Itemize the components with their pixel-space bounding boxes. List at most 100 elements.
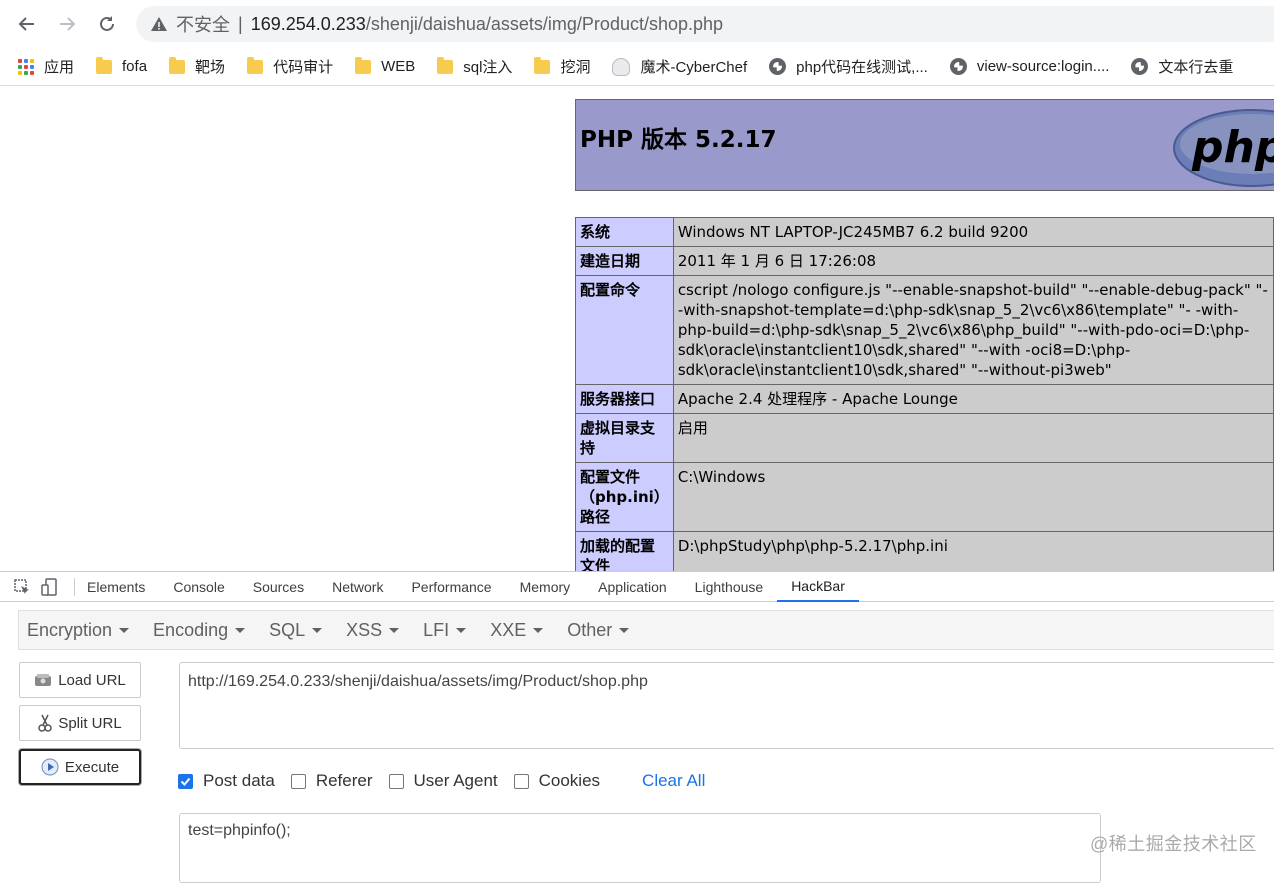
menu-label: Encryption [27, 619, 113, 640]
row-key: 配置文件（php.ini）路径 [575, 462, 674, 532]
forward-arrow-icon[interactable] [53, 10, 81, 38]
globe-icon [769, 58, 787, 75]
post-data-textarea[interactable]: test=phpinfo(); [179, 813, 1101, 883]
split-url-button[interactable]: Split URL [19, 705, 141, 741]
load-url-button[interactable]: Load URL [19, 662, 141, 698]
user-agent-label: User Agent [413, 771, 498, 790]
row-value: C:\Windows [672, 462, 1274, 532]
bookmark-php-online[interactable]: php代码在线测试,... [769, 56, 928, 77]
url-omnibox[interactable]: 不安全 | 169.254.0.233/shenji/daishua/asset… [136, 6, 1274, 42]
url-textarea[interactable]: http://169.254.0.233/shenji/daishua/asse… [179, 662, 1274, 749]
back-arrow-icon[interactable] [13, 10, 41, 38]
bookmark-sqli[interactable]: sql注入 [437, 56, 512, 77]
tab-hackbar[interactable]: HackBar [777, 572, 859, 602]
menu-xss[interactable]: XSS [346, 620, 400, 641]
menu-encryption[interactable]: Encryption [27, 619, 130, 641]
execute-label: Execute [64, 758, 120, 776]
caret-down-icon [619, 627, 630, 633]
cookies-checkbox[interactable] [513, 773, 529, 789]
address-bar: 不安全 | 169.254.0.233/shenji/daishua/asset… [0, 0, 1274, 48]
caret-down-icon [235, 627, 246, 633]
cookies-label: Cookies [538, 771, 601, 790]
folder-icon [247, 56, 264, 74]
row-key: 配置命令 [575, 275, 674, 385]
bookmark-label: 代码审计 [273, 59, 334, 76]
device-toolbar-icon[interactable] [40, 577, 60, 597]
user-agent-checkbox[interactable] [388, 773, 404, 789]
menu-label: Other [567, 619, 613, 640]
menu-lfi[interactable]: LFI [423, 619, 467, 641]
row-value: Windows NT LAPTOP-JC245MB7 6.2 build 920… [672, 217, 1274, 247]
php-logo: php [1173, 109, 1274, 187]
bookmark-label: 文本行去重 [1158, 59, 1234, 76]
menu-sql[interactable]: SQL [269, 619, 323, 641]
tab-divider [74, 577, 75, 596]
watermark: @稀土掘金技术社区 [1090, 834, 1257, 854]
bookmark-vuln[interactable]: 挖洞 [534, 56, 590, 77]
php-version-title: PHP 版本 5.2.17 [580, 127, 777, 153]
table-row: 加载的配置文件 D:\phpStudy\php\php-5.2.17\php.i… [575, 531, 1274, 571]
apps-icon [18, 58, 34, 75]
bookmark-range[interactable]: 靶场 [169, 56, 225, 77]
tab-memory[interactable]: Memory [506, 572, 585, 602]
execute-button[interactable]: Execute [19, 749, 141, 785]
request-options: Post data Referer User Agent Cookies Cle… [178, 768, 705, 794]
bookmark-label: 靶场 [195, 59, 226, 76]
row-key: 加载的配置文件 [575, 531, 674, 571]
url-separator: | [238, 13, 243, 34]
bookmark-label: php代码在线测试,... [796, 59, 928, 76]
menu-label: XXE [490, 619, 527, 640]
page-content: PHP 版本 5.2.17 php 系统 Windows NT LAPTOP-J… [0, 87, 1274, 571]
url-host: 169.254.0.233 [250, 13, 366, 34]
row-key: 建造日期 [575, 246, 674, 276]
row-key: 虚拟目录支持 [575, 413, 674, 463]
menu-label: LFI [423, 619, 450, 640]
post-data-checkbox[interactable] [178, 773, 193, 789]
table-row: 建造日期 2011 年 1 月 6 日 17:26:08 [575, 246, 1274, 276]
post-data-label: Post data [203, 771, 275, 790]
inspect-element-icon[interactable] [12, 577, 32, 597]
bookmark-code-audit[interactable]: 代码审计 [247, 56, 333, 77]
bookmark-cyberchef[interactable]: 魔术-CyberChef [612, 56, 747, 77]
menu-encoding[interactable]: Encoding [153, 619, 246, 641]
globe-icon [949, 58, 967, 75]
menu-label: SQL [269, 619, 306, 640]
menu-xxe[interactable]: XXE [490, 619, 544, 641]
tab-elements[interactable]: Elements [87, 572, 159, 602]
bookmark-web[interactable]: WEB [355, 56, 416, 75]
url-path: /shenji/daishua/assets/img/Product/shop.… [365, 13, 724, 34]
tab-network[interactable]: Network [318, 572, 397, 602]
reload-icon[interactable] [93, 10, 121, 38]
row-key: 服务器接口 [575, 384, 674, 414]
chef-icon [612, 57, 631, 76]
warning-icon [151, 17, 167, 31]
row-value: 启用 [672, 413, 1274, 463]
referer-checkbox[interactable] [290, 773, 306, 789]
globe-icon [1131, 58, 1149, 75]
referer-label: Referer [315, 771, 373, 790]
tab-sources[interactable]: Sources [239, 572, 318, 602]
folder-icon [437, 56, 454, 74]
tab-performance[interactable]: Performance [397, 572, 505, 602]
menu-other[interactable]: Other [567, 619, 630, 641]
caret-down-icon [456, 627, 467, 633]
tab-console[interactable]: Console [159, 572, 238, 602]
clear-all-link[interactable]: Clear All [642, 771, 705, 791]
tab-application[interactable]: Application [584, 572, 681, 602]
bookmarks-bar: 应用 fofa 靶场 代码审计 WEB sql注入 挖洞 魔术-CyberChe… [0, 48, 1274, 86]
bookmark-label: fofa [122, 58, 148, 75]
bookmark-apps[interactable]: 应用 [18, 56, 74, 77]
scissors-icon [38, 714, 53, 732]
menu-label: Encoding [153, 619, 229, 640]
bookmark-fofa[interactable]: fofa [96, 56, 148, 75]
split-url-label: Split URL [58, 714, 122, 732]
bookmark-label: WEB [381, 58, 416, 75]
tab-lighthouse[interactable]: Lighthouse [681, 572, 778, 602]
caret-down-icon [389, 627, 400, 633]
bookmark-dedupe[interactable]: 文本行去重 [1131, 56, 1233, 77]
caret-down-icon [312, 627, 323, 633]
php-logo-text: php [1191, 122, 1274, 173]
table-row: 虚拟目录支持 启用 [575, 413, 1274, 463]
bookmark-view-source[interactable]: view-source:login.... [949, 58, 1109, 75]
table-row: 配置命令 cscript /nologo configure.js "--ena… [575, 275, 1274, 385]
